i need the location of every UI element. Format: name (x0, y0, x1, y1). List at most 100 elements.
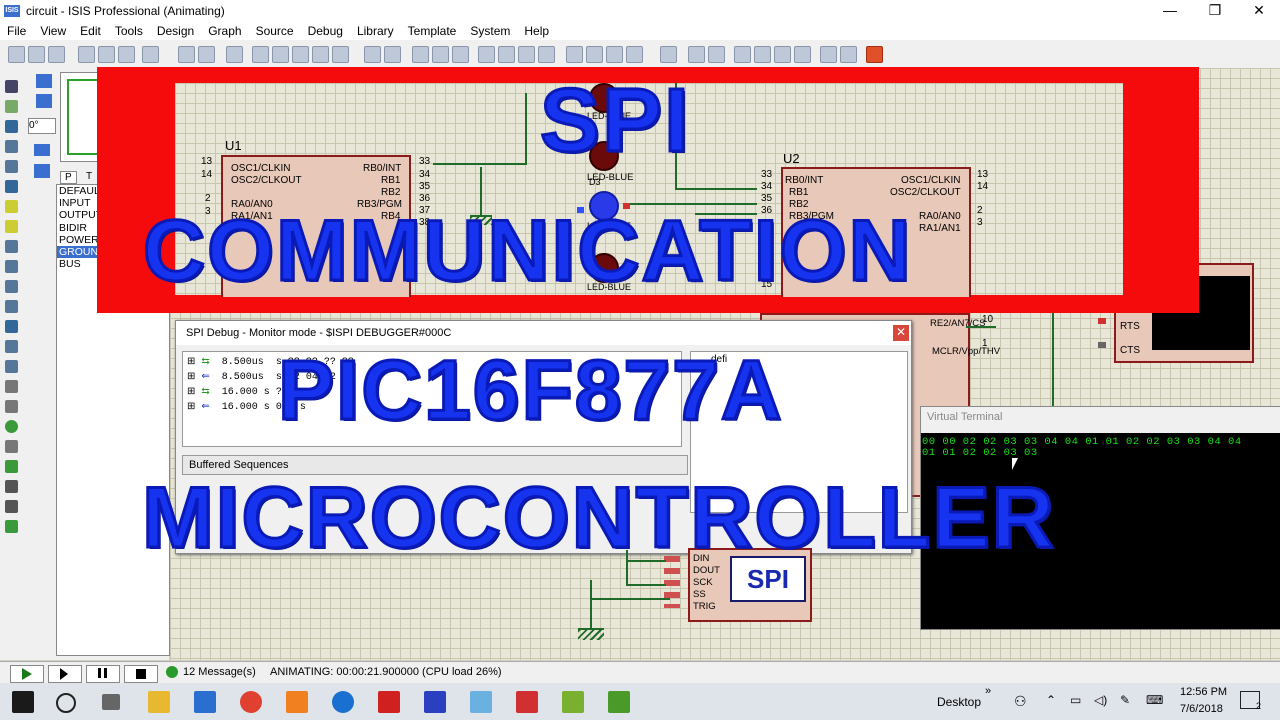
block-rotate-icon[interactable] (518, 46, 535, 63)
rotate-cw-icon[interactable] (36, 74, 52, 88)
menu-design[interactable]: Design (150, 22, 201, 40)
wire-label-icon[interactable] (5, 140, 18, 153)
clock-date[interactable]: 7/6/2018 (1180, 703, 1223, 715)
messages-count[interactable]: 12 Message(s) (183, 666, 256, 678)
close-icon[interactable]: ✕ (893, 325, 909, 341)
decompose-icon[interactable] (626, 46, 643, 63)
path-icon[interactable] (5, 460, 18, 473)
open-folder-icon[interactable] (28, 46, 45, 63)
notepad-icon[interactable] (470, 691, 492, 713)
refresh-icon[interactable] (178, 46, 195, 63)
keyboard-icon[interactable]: ⌨ (1146, 693, 1163, 707)
mirror-y-icon[interactable] (34, 164, 50, 178)
chevron-icon[interactable]: » (985, 685, 991, 697)
stop-button[interactable] (124, 665, 158, 683)
menu-debug[interactable]: Debug (301, 22, 350, 40)
block-move-icon[interactable] (498, 46, 515, 63)
block-copy-icon[interactable] (478, 46, 495, 63)
mikroc-icon[interactable] (516, 691, 538, 713)
menu-template[interactable]: Template (401, 22, 464, 40)
rotate-ccw-icon[interactable] (36, 94, 52, 108)
pen-icon[interactable]: ✎ (1120, 693, 1130, 707)
buses-icon[interactable] (5, 180, 18, 193)
import-icon[interactable] (78, 46, 95, 63)
vlc-icon[interactable] (286, 691, 308, 713)
windows-start-icon[interactable] (12, 691, 34, 713)
menu-file[interactable]: File (0, 22, 33, 40)
circle-icon[interactable] (5, 420, 18, 433)
search-icon[interactable] (688, 46, 705, 63)
pan-icon[interactable] (252, 46, 269, 63)
copy-icon[interactable] (432, 46, 449, 63)
print-icon[interactable] (118, 46, 135, 63)
selection-mode-icon[interactable] (5, 80, 18, 93)
mirror-x-icon[interactable] (34, 144, 50, 156)
box-icon[interactable] (5, 400, 18, 413)
task-view-icon[interactable] (102, 694, 120, 710)
menu-tools[interactable]: Tools (108, 22, 150, 40)
make-device-icon[interactable] (586, 46, 603, 63)
electrical-rules-icon[interactable] (840, 46, 857, 63)
close-button[interactable]: ✕ (1237, 0, 1280, 22)
zoom-in-icon[interactable] (272, 46, 289, 63)
minimize-button[interactable]: — (1148, 0, 1192, 22)
remove-sheet-icon[interactable] (794, 46, 811, 63)
play-button[interactable] (10, 665, 44, 683)
subcircuit-icon[interactable] (5, 200, 18, 213)
line-icon[interactable] (5, 380, 18, 393)
menu-graph[interactable]: Graph (201, 22, 248, 40)
voltage-probe-icon[interactable] (5, 320, 18, 333)
people-icon[interactable]: ⚇ (1014, 693, 1027, 710)
table-row[interactable]: ⊞ ⇆ 16.000 s ?? (187, 386, 288, 398)
menu-library[interactable]: Library (350, 22, 401, 40)
network-icon[interactable]: ▭ (1070, 693, 1081, 707)
zoom-all-icon[interactable] (312, 46, 329, 63)
tab-terminals[interactable]: T (86, 171, 92, 182)
cortana-icon[interactable] (56, 693, 76, 713)
current-probe-icon[interactable] (5, 340, 18, 353)
store-icon[interactable] (194, 691, 216, 713)
recorder-icon[interactable] (608, 691, 630, 713)
paste-icon[interactable] (452, 46, 469, 63)
step-button[interactable] (48, 665, 82, 683)
marker-icon[interactable] (5, 520, 18, 533)
netlist-icon[interactable] (754, 46, 771, 63)
file-explorer-icon[interactable] (148, 691, 170, 713)
block-delete-icon[interactable] (538, 46, 555, 63)
chrome-icon[interactable] (240, 691, 262, 713)
menu-view[interactable]: View (33, 22, 73, 40)
bill-of-materials-icon[interactable] (734, 46, 751, 63)
zoom-area-icon[interactable] (332, 46, 349, 63)
component-mode-icon[interactable] (5, 100, 18, 113)
text-script-icon[interactable] (5, 160, 18, 173)
pause-button[interactable] (86, 665, 120, 683)
isis-icon[interactable] (424, 691, 446, 713)
new-sheet-icon[interactable] (774, 46, 791, 63)
exit-to-parent-icon[interactable] (820, 46, 837, 63)
package-tool-icon[interactable] (606, 46, 623, 63)
acrobat-icon[interactable] (378, 691, 400, 713)
tab-pick[interactable]: P (60, 171, 77, 184)
desktop-toolbar[interactable]: Desktop (937, 695, 981, 709)
origin-icon[interactable] (226, 46, 243, 63)
ares-icon[interactable] (866, 46, 883, 63)
rotation-field[interactable]: 0° (28, 118, 56, 134)
wire-autorouter-icon[interactable] (660, 46, 677, 63)
menu-help[interactable]: Help (517, 22, 556, 40)
text-icon[interactable] (5, 480, 18, 493)
edge-icon[interactable] (332, 691, 354, 713)
clock-time[interactable]: 12:56 PM (1180, 686, 1227, 698)
menu-system[interactable]: System (463, 22, 517, 40)
up-arrow-icon[interactable]: ⌃ (1046, 693, 1056, 707)
symbol-icon[interactable] (5, 500, 18, 513)
new-file-icon[interactable] (8, 46, 25, 63)
camtasia-icon[interactable] (562, 691, 584, 713)
export-icon[interactable] (98, 46, 115, 63)
property-tool-icon[interactable] (708, 46, 725, 63)
maximize-button[interactable]: ❐ (1193, 0, 1237, 22)
grid-icon[interactable] (198, 46, 215, 63)
undo-icon[interactable] (364, 46, 381, 63)
redo-icon[interactable] (384, 46, 401, 63)
tape-recorder-icon[interactable] (5, 280, 18, 293)
pick-device-icon[interactable] (566, 46, 583, 63)
